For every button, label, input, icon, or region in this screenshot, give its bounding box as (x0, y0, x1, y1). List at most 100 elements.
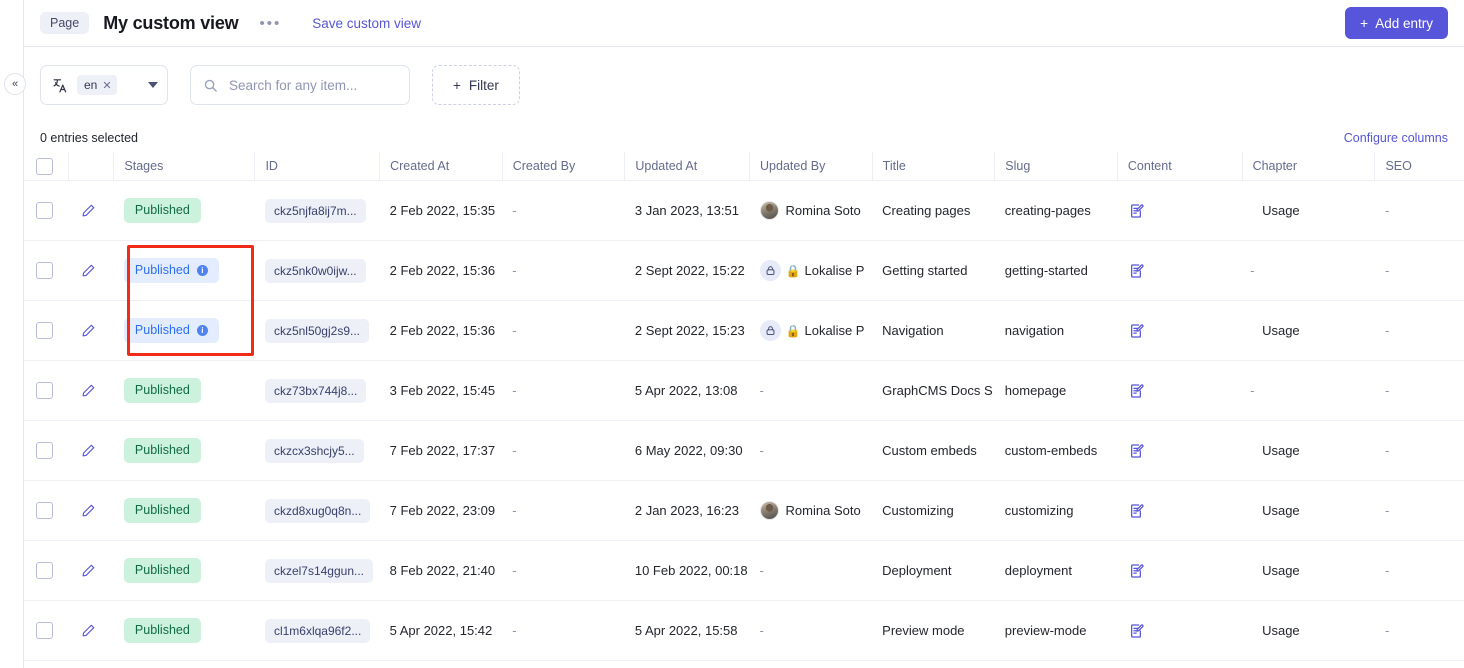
select-all-checkbox[interactable] (36, 158, 53, 175)
content-cell[interactable] (1117, 361, 1242, 421)
status-badge[interactable]: Publishedi (124, 258, 219, 282)
document-edit-icon[interactable] (1129, 383, 1145, 399)
th-content[interactable]: Content (1117, 152, 1242, 181)
stage-cell[interactable]: Published (114, 181, 255, 241)
pencil-icon[interactable] (81, 263, 96, 278)
pencil-icon[interactable] (81, 203, 96, 218)
row-select-cell[interactable] (24, 421, 69, 481)
stage-cell[interactable]: Published (114, 601, 255, 661)
content-cell[interactable] (1117, 241, 1242, 301)
pencil-icon[interactable] (81, 563, 96, 578)
th-slug[interactable]: Slug (995, 152, 1118, 181)
row-edit-cell[interactable] (69, 481, 114, 541)
content-cell[interactable] (1117, 541, 1242, 601)
table-row[interactable]: Publishedckzd8xug0q8n...7 Feb 2022, 23:0… (24, 481, 1464, 541)
status-badge[interactable]: Published (124, 498, 201, 522)
row-edit-cell[interactable] (69, 181, 114, 241)
id-cell[interactable]: ckzd8xug0q8n... (255, 481, 380, 541)
id-cell[interactable]: ckz73bx744j8... (255, 361, 380, 421)
id-cell[interactable]: ckz5nl50gj2s9... (255, 301, 380, 361)
stage-cell[interactable]: Publishedi (114, 241, 255, 301)
chevron-down-icon[interactable] (148, 82, 158, 88)
row-select-cell[interactable] (24, 601, 69, 661)
status-badge[interactable]: Published (124, 438, 201, 462)
status-badge[interactable]: Published (124, 558, 201, 582)
id-cell[interactable]: ckzcx3shcjy5... (255, 421, 380, 481)
table-row[interactable]: Publishedckzcx3shcjy5...7 Feb 2022, 17:3… (24, 421, 1464, 481)
th-created-by[interactable]: Created By (502, 152, 625, 181)
content-cell[interactable] (1117, 481, 1242, 541)
status-badge[interactable]: Published (124, 378, 201, 402)
stage-cell[interactable]: Publishedi (114, 301, 255, 361)
document-edit-icon[interactable] (1129, 443, 1145, 459)
document-edit-icon[interactable] (1129, 323, 1145, 339)
language-selector[interactable]: en ✕ (40, 65, 168, 105)
th-updated-at[interactable]: Updated At (625, 152, 750, 181)
stage-cell[interactable]: Published (114, 361, 255, 421)
entries-table-container[interactable]: Stages ID Created At Created By Updated … (24, 152, 1464, 668)
configure-columns-link[interactable]: Configure columns (1344, 131, 1448, 145)
close-icon[interactable]: ✕ (102, 79, 111, 92)
pencil-icon[interactable] (81, 323, 96, 338)
sidebar-collapse-icon[interactable]: « (4, 73, 26, 95)
row-select-cell[interactable] (24, 541, 69, 601)
entry-id-chip[interactable]: ckz5njfa8ij7m... (265, 199, 366, 223)
id-cell[interactable]: ckzel7s14ggun... (255, 541, 380, 601)
table-row[interactable]: Publishedickz5nl50gj2s9...2 Feb 2022, 15… (24, 301, 1464, 361)
info-icon[interactable]: i (197, 325, 208, 336)
content-cell[interactable] (1117, 301, 1242, 361)
th-seo[interactable]: SEO (1375, 152, 1464, 181)
row-checkbox[interactable] (36, 202, 53, 219)
more-options-icon[interactable]: ••• (254, 12, 286, 35)
pencil-icon[interactable] (81, 443, 96, 458)
entry-id-chip[interactable]: ckz5nk0w0ijw... (265, 259, 366, 283)
row-edit-cell[interactable] (69, 361, 114, 421)
row-select-cell[interactable] (24, 241, 69, 301)
entry-id-chip[interactable]: ckz73bx744j8... (265, 379, 366, 403)
table-row[interactable]: Publishedckz73bx744j8...3 Feb 2022, 15:4… (24, 361, 1464, 421)
table-row[interactable]: Publishedcl1m6xlqa96f2...5 Apr 2022, 15:… (24, 601, 1464, 661)
row-select-cell[interactable] (24, 361, 69, 421)
entry-id-chip[interactable]: ckz5nl50gj2s9... (265, 319, 369, 343)
stage-cell[interactable]: Published (114, 481, 255, 541)
document-edit-icon[interactable] (1129, 263, 1145, 279)
status-badge[interactable]: Published (124, 618, 201, 642)
document-edit-icon[interactable] (1129, 623, 1145, 639)
row-checkbox[interactable] (36, 442, 53, 459)
info-icon[interactable]: i (197, 265, 208, 276)
document-edit-icon[interactable] (1129, 503, 1145, 519)
content-cell[interactable] (1117, 601, 1242, 661)
pencil-icon[interactable] (81, 623, 96, 638)
row-checkbox[interactable] (36, 622, 53, 639)
row-edit-cell[interactable] (69, 421, 114, 481)
search-input[interactable] (227, 77, 397, 94)
search-box[interactable] (190, 65, 410, 105)
entry-id-chip[interactable]: ckzcx3shcjy5... (265, 439, 364, 463)
id-cell[interactable]: cl1m6xlqa96f2... (255, 601, 380, 661)
row-edit-cell[interactable] (69, 601, 114, 661)
row-select-cell[interactable] (24, 481, 69, 541)
th-created-at[interactable]: Created At (380, 152, 503, 181)
entry-id-chip[interactable]: ckzel7s14ggun... (265, 559, 373, 583)
row-edit-cell[interactable] (69, 301, 114, 361)
th-chapter[interactable]: Chapter (1242, 152, 1375, 181)
status-badge[interactable]: Published (124, 198, 201, 222)
table-row[interactable]: Publishedckz5njfa8ij7m...2 Feb 2022, 15:… (24, 181, 1464, 241)
pencil-icon[interactable] (81, 503, 96, 518)
save-custom-view-link[interactable]: Save custom view (312, 16, 421, 31)
id-cell[interactable]: ckz5nk0w0ijw... (255, 241, 380, 301)
document-edit-icon[interactable] (1129, 203, 1145, 219)
id-cell[interactable]: ckz5njfa8ij7m... (255, 181, 380, 241)
add-entry-button[interactable]: + Add entry (1345, 7, 1448, 39)
row-checkbox[interactable] (36, 562, 53, 579)
row-checkbox[interactable] (36, 262, 53, 279)
table-row[interactable]: Publishedckzel7s14ggun...8 Feb 2022, 21:… (24, 541, 1464, 601)
th-updated-by[interactable]: Updated By (750, 152, 873, 181)
entry-id-chip[interactable]: cl1m6xlqa96f2... (265, 619, 370, 643)
row-select-cell[interactable] (24, 181, 69, 241)
row-edit-cell[interactable] (69, 541, 114, 601)
th-title[interactable]: Title (872, 152, 995, 181)
row-checkbox[interactable] (36, 322, 53, 339)
row-edit-cell[interactable] (69, 241, 114, 301)
stage-cell[interactable]: Published (114, 541, 255, 601)
